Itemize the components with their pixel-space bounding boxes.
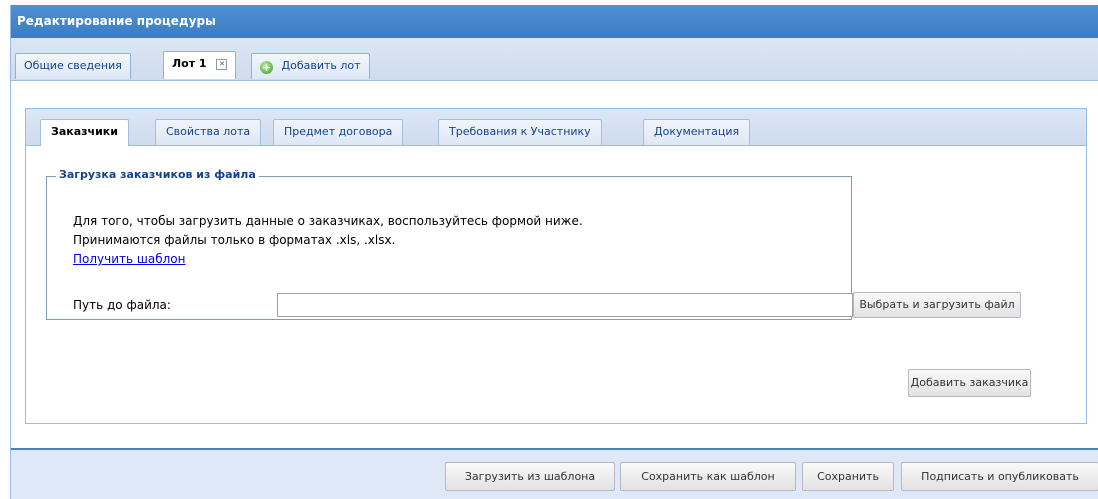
tab-lot-properties-label: Свойства лота xyxy=(166,125,251,138)
tab-documentation-label: Документация xyxy=(654,125,740,138)
upload-instruction: Для того, чтобы загрузить данные о заказ… xyxy=(73,214,583,228)
tab-customers-label: Заказчики xyxy=(51,125,118,138)
tab-general-info[interactable]: Общие сведения xyxy=(15,53,131,79)
tab-customers[interactable]: Заказчики xyxy=(40,119,129,146)
file-path-input[interactable] xyxy=(277,293,853,317)
top-tab-strip: Общие сведения Лот 1 ✕ + Добавить лот xyxy=(11,38,1098,81)
tab-lot-1[interactable]: Лот 1 ✕ xyxy=(163,51,237,79)
tab-add-lot-label: Добавить лот xyxy=(281,59,361,72)
footer-toolbar: Загрузить из шаблона Сохранить как шабло… xyxy=(11,450,1098,499)
sign-and-publish-button[interactable]: Подписать и опубликовать xyxy=(901,462,1098,491)
lot-content-panel: Заказчики Свойства лота Предмет договора… xyxy=(11,81,1098,450)
tab-lot-1-label: Лот 1 xyxy=(172,57,207,70)
tab-participant-requirements-label: Требования к Участнику xyxy=(449,125,591,138)
tab-general-info-label: Общие сведения xyxy=(24,59,122,72)
tab-contract-subject[interactable]: Предмет договора xyxy=(273,119,404,145)
save-button[interactable]: Сохранить xyxy=(802,462,894,491)
window-title: Редактирование процедуры xyxy=(11,5,1098,38)
upload-legend: Загрузка заказчиков из файла xyxy=(56,168,259,181)
add-icon: + xyxy=(260,61,273,74)
get-template-link[interactable]: Получить шаблон xyxy=(73,252,186,266)
select-upload-file-button[interactable]: Выбрать и загрузить файл xyxy=(853,292,1021,318)
save-as-template-button[interactable]: Сохранить как шаблон xyxy=(620,462,796,491)
file-path-label: Путь до файла: xyxy=(73,298,171,312)
add-customer-button[interactable]: Добавить заказчика xyxy=(908,369,1031,397)
close-icon[interactable]: ✕ xyxy=(216,59,228,70)
tab-lot-properties[interactable]: Свойства лота xyxy=(155,119,262,145)
tab-documentation[interactable]: Документация xyxy=(643,119,751,145)
tab-contract-subject-label: Предмет договора xyxy=(284,125,393,138)
load-from-template-button[interactable]: Загрузить из шаблона xyxy=(445,462,615,491)
tab-add-lot[interactable]: + Добавить лот xyxy=(251,53,370,79)
tab-participant-requirements[interactable]: Требования к Участнику xyxy=(438,119,602,145)
inner-tab-bar: Заказчики Свойства лота Предмет договора… xyxy=(26,109,1086,146)
edit-procedure-window: Редактирование процедуры Общие сведения … xyxy=(10,5,1098,499)
upload-formats: Принимаются файлы только в форматах .xls… xyxy=(73,233,396,247)
